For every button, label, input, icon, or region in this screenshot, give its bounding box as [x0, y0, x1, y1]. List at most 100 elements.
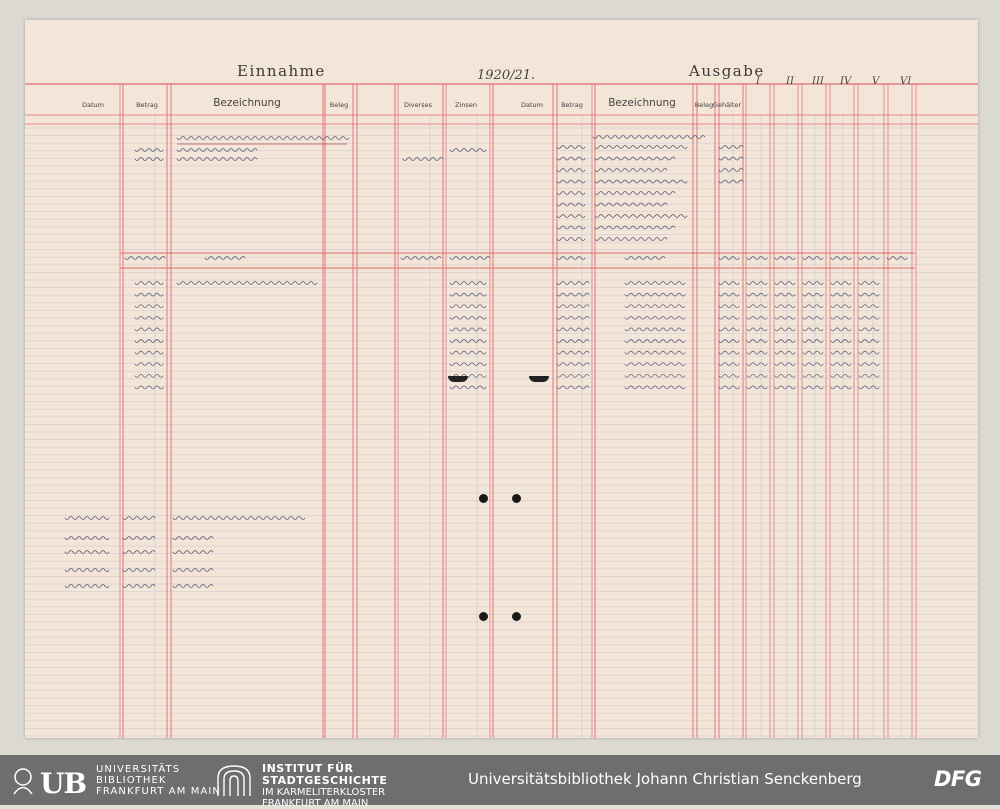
col-bezeichnung-right: Bezeichnung [608, 97, 676, 109]
handwritten-amount [122, 516, 156, 520]
handwritten-amount [402, 157, 444, 161]
handwritten-amount [122, 584, 156, 588]
handwritten-amount [774, 304, 796, 309]
handwritten-amount [746, 304, 768, 309]
handwritten-date [64, 550, 110, 554]
col-betrag-right: Betrag [561, 101, 583, 109]
roman-heading-2: II [786, 76, 794, 87]
col-gehaelter: Gehälter [712, 101, 742, 109]
handwritten-amount [134, 292, 164, 297]
handwritten-amount [718, 304, 740, 309]
handwritten-amount [134, 148, 164, 152]
handwritten-amount [449, 292, 487, 297]
ausgabe-title: Ausgabe [689, 62, 765, 80]
handwritten-amount [746, 350, 768, 355]
viewer-footer: UB UNIVERSITÄTS BIBLIOTHEK FRANKFURT AM … [0, 755, 1000, 809]
handwritten-amount [556, 292, 590, 297]
binder-clip-right [529, 376, 549, 382]
handwritten-entry [172, 550, 214, 554]
handwritten-amount [746, 281, 768, 285]
handwritten-amount [556, 327, 590, 332]
handwritten-amount [134, 373, 164, 378]
handwritten-amount [134, 362, 164, 367]
handwritten-amount [830, 281, 852, 285]
handwritten-amount [858, 281, 880, 285]
handwritten-amount [556, 373, 590, 378]
handwritten-total [400, 256, 442, 260]
handwritten-amount [134, 304, 164, 309]
handwritten-amount [858, 292, 880, 297]
handwritten-amount [802, 281, 824, 285]
handwritten-amount [802, 292, 824, 297]
punch-hole [512, 612, 521, 621]
ledger-grid [25, 83, 978, 738]
isg-logo-text: INSTITUT FÜR STADTGESCHICHTE IM KARMELIT… [262, 763, 387, 809]
handwritten-amount [449, 362, 487, 367]
col-beleg-right: Beleg [694, 101, 714, 109]
handwritten-total [858, 256, 880, 260]
ub-line-3: FRANKFURT AM MAIN [96, 786, 221, 797]
handwritten-entry [594, 237, 668, 241]
roman-heading-5: V [872, 76, 880, 87]
handwritten-amount [830, 304, 852, 309]
handwritten-entry [594, 145, 688, 149]
handwritten-date [64, 536, 110, 540]
handwritten-amount [774, 281, 796, 285]
handwritten-entry [172, 536, 214, 540]
handwritten-amount [718, 292, 740, 297]
handwritten-amount [774, 350, 796, 355]
handwritten-amount [858, 350, 880, 355]
handwritten-total [718, 256, 740, 260]
handwritten-amount [556, 237, 586, 241]
handwritten-amount [830, 327, 852, 332]
col-diverses: Diverses [403, 101, 433, 109]
col-beleg-left: Beleg [329, 101, 349, 109]
isg-arch-icon [217, 765, 251, 796]
handwritten-amount [830, 350, 852, 355]
roman-heading-1: I [756, 76, 760, 87]
handwritten-entry [204, 256, 246, 260]
handwritten-amount [802, 327, 824, 332]
handwritten-amount [556, 202, 586, 207]
handwritten-amount [718, 350, 740, 355]
handwritten-amount [858, 373, 880, 378]
handwritten-amount [802, 304, 824, 309]
handwritten-entry [624, 304, 686, 309]
handwritten-entry [594, 156, 676, 161]
handwritten-total [746, 256, 768, 260]
handwritten-entry [594, 168, 668, 172]
handwritten-amount [774, 339, 796, 343]
ledger-page: Einnahme 1920/21. Ausgabe Datum Betrag B… [25, 20, 978, 738]
punch-hole [479, 612, 488, 621]
handwritten-entry [594, 225, 676, 230]
handwritten-amount [718, 168, 744, 172]
handwritten-entry [176, 148, 258, 152]
handwritten-amount [718, 362, 740, 367]
handwritten-amount [134, 350, 164, 355]
ub-logo-text: UNIVERSITÄTS BIBLIOTHEK FRANKFURT AM MAI… [96, 764, 221, 797]
handwritten-entry [172, 584, 214, 588]
handwritten-amount [746, 292, 768, 297]
punch-hole [512, 494, 521, 503]
handwritten-total [556, 256, 586, 260]
handwritten-entry [624, 281, 686, 285]
col-bezeichnung-left: Bezeichnung [213, 97, 281, 109]
handwritten-amount [718, 156, 744, 161]
isg-line-4: FRANKFURT AM MAIN [262, 798, 369, 809]
handwritten-amount [449, 281, 487, 285]
dfg-logo: DFG [934, 767, 982, 791]
handwritten-date [64, 584, 110, 588]
document-viewer: Einnahme 1920/21. Ausgabe Datum Betrag B… [0, 0, 1000, 755]
handwritten-amount [746, 327, 768, 332]
handwritten-amount [774, 292, 796, 297]
handwritten-date [64, 516, 110, 520]
einnahme-title: Einnahme [237, 62, 326, 80]
handwritten-amount [556, 339, 590, 343]
handwritten-amount [556, 179, 586, 184]
handwritten-amount [449, 148, 487, 152]
handwritten-amount [718, 179, 744, 184]
handwritten-entry [624, 292, 686, 297]
handwritten-amount [134, 327, 164, 332]
col-zinsen: Zinsen [455, 101, 477, 109]
handwritten-amount [449, 339, 487, 343]
